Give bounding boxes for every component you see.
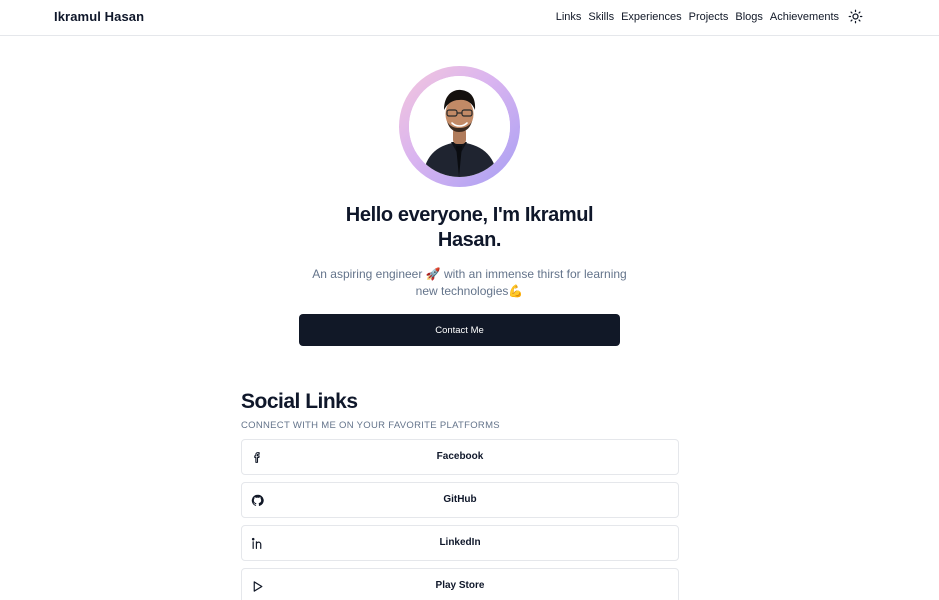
nav-link-achievements[interactable]: Achievements [770,11,839,23]
nav-link-skills[interactable]: Skills [588,11,614,23]
nav-links: Links Skills Experiences Projects Blogs … [556,11,839,23]
social-link-label: LinkedIn [439,537,481,548]
social-link-play-store[interactable]: Play Store [241,568,679,600]
contact-me-button[interactable]: Contact Me [299,314,620,346]
social-links-list: Facebook GitHub LinkedIn Play Store [241,439,679,600]
hero-subtitle-line-1: An aspiring engineer 🚀 with an immense t… [312,267,627,281]
social-links-subtitle: CONNECT WITH ME ON YOUR FAVORITE PLATFOR… [241,420,500,431]
nav-link-links[interactable]: Links [556,11,582,23]
nav-link-blogs[interactable]: Blogs [735,11,763,23]
sun-icon [848,9,863,24]
navbar: Ikramul Hasan Links Skills Experiences P… [0,0,939,36]
nav-link-experiences[interactable]: Experiences [621,11,682,23]
hero-title-line-2: Hasan. [437,229,502,251]
theme-toggle-button[interactable] [848,9,863,24]
hero-subtitle-line-2: new technologies💪 [415,284,524,298]
profile-photo [409,76,510,177]
social-links-section: Social Links CONNECT WITH ME ON YOUR FAV… [241,390,679,600]
social-link-label: Play Store [435,580,485,591]
brand-name[interactable]: Ikramul Hasan [54,9,144,24]
hero-title: Hello everyone, I'm Ikramul Hasan. [0,203,939,253]
hero-subtitle: An aspiring engineer 🚀 with an immense t… [0,266,939,300]
social-link-label: Facebook [436,451,484,462]
social-link-label: GitHub [443,494,477,505]
hero-title-line-1: Hello everyone, I'm Ikramul [345,204,594,226]
social-link-linkedin[interactable]: LinkedIn [241,525,679,561]
social-links-title: Social Links [241,390,358,413]
social-link-github[interactable]: GitHub [241,482,679,518]
avatar-ring [399,66,520,187]
social-link-facebook[interactable]: Facebook [241,439,679,475]
nav-link-projects[interactable]: Projects [689,11,729,23]
avatar [409,76,510,177]
